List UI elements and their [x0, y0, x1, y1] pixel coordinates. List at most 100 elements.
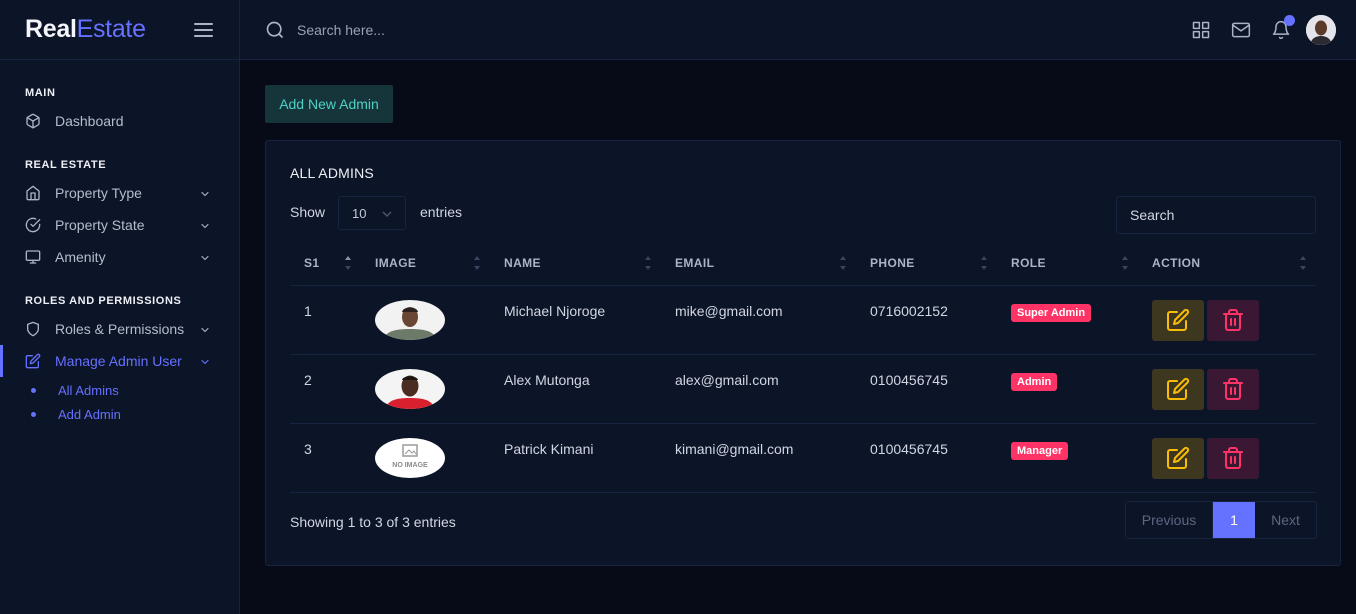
cell-actions [1138, 285, 1316, 355]
column-header-name[interactable]: NAME [490, 241, 661, 286]
chevron-down-icon [199, 187, 211, 199]
apps-grid-icon[interactable] [1191, 20, 1211, 40]
sidebar-item-manage-admin-user[interactable]: Manage Admin User [0, 345, 239, 377]
sort-icon [474, 256, 480, 270]
search-icon [266, 21, 284, 39]
edit-icon [1167, 308, 1190, 331]
sidebar-item-label: Amenity [55, 249, 106, 265]
cell-actions [1138, 423, 1316, 493]
sort-icon [1300, 256, 1306, 270]
column-header-image[interactable]: IMAGE [361, 241, 490, 286]
sort-icon [645, 256, 651, 270]
sidebar: RealEstate MAIN Dashboard REAL ESTATE Pr… [0, 0, 240, 614]
cell-image [361, 285, 490, 355]
chevron-down-icon [199, 251, 211, 263]
role-badge: Admin [1011, 372, 1058, 391]
cell-sn: 2 [290, 354, 361, 424]
nav-category-main: MAIN [25, 87, 56, 99]
admin-photo [375, 368, 445, 409]
column-header-s1[interactable]: S1 [290, 241, 361, 286]
add-new-admin-button[interactable]: Add New Admin [265, 85, 393, 123]
sidebar-item-dashboard[interactable]: Dashboard [0, 105, 239, 137]
brand-part2: Estate [76, 15, 146, 43]
sort-icon [345, 256, 351, 270]
home-icon [25, 185, 41, 201]
cell-role: Admin [997, 354, 1138, 424]
notification-dot [1284, 15, 1295, 26]
admins-table: S1 IMAGE NAME EMAIL PHONE ROLE ACTION 1 … [290, 241, 1316, 493]
sort-icon [1122, 256, 1128, 270]
column-header-action[interactable]: ACTION [1138, 241, 1316, 286]
chevron-down-icon [199, 219, 211, 231]
show-label: Show [290, 204, 326, 220]
sidebar-subitem-add-admin[interactable]: Add Admin [31, 404, 121, 424]
trash-icon [1223, 378, 1243, 400]
menu-toggle-icon[interactable] [194, 22, 214, 37]
delete-button[interactable] [1207, 299, 1259, 341]
role-badge: Super Admin [1011, 303, 1092, 322]
global-search [265, 20, 597, 40]
edit-button[interactable] [1152, 368, 1204, 410]
avatar[interactable] [1306, 15, 1336, 45]
cell-name: Michael Njoroge [490, 285, 661, 355]
admins-card: ALL ADMINS Show 10 entries S1 IMAGE NAME… [265, 140, 1341, 566]
pagination-previous[interactable]: Previous [1126, 502, 1213, 538]
table-search-input[interactable] [1116, 196, 1316, 234]
shield-icon [25, 321, 41, 337]
cell-image: NO IMAGE [361, 423, 490, 493]
table-row: 3 NO IMAGE Patrick Kimani kimani@gmail.c… [290, 423, 1316, 493]
brand-part1: Real [25, 15, 77, 43]
nav-category-real-estate: REAL ESTATE [25, 159, 107, 171]
brand-logo[interactable]: RealEstate [25, 15, 146, 44]
bell-icon[interactable] [1271, 15, 1295, 40]
cell-email: kimani@gmail.com [661, 423, 856, 493]
bullet-icon [31, 411, 36, 417]
sidebar-item-label: Property State [55, 217, 145, 233]
pagination-page-current[interactable]: 1 [1213, 502, 1255, 538]
chevron-down-icon [199, 323, 211, 335]
cell-role: Manager [997, 423, 1138, 493]
page-length-select[interactable]: 10 [338, 196, 406, 230]
no-image-placeholder: NO IMAGE [375, 437, 445, 478]
mail-icon[interactable] [1231, 20, 1251, 40]
cell-sn: 3 [290, 423, 361, 493]
column-header-email[interactable]: EMAIL [661, 241, 856, 286]
sidebar-item-property-state[interactable]: Property State [0, 209, 239, 241]
table-header-row: S1 IMAGE NAME EMAIL PHONE ROLE ACTION [290, 241, 1316, 286]
sidebar-item-label: Dashboard [55, 113, 124, 129]
sidebar-item-roles-permissions[interactable]: Roles & Permissions [0, 313, 239, 345]
column-header-role[interactable]: ROLE [997, 241, 1138, 286]
edit-button[interactable] [1152, 299, 1204, 341]
delete-button[interactable] [1207, 437, 1259, 479]
pagination: Previous 1 Next [1125, 501, 1317, 539]
sidebar-subitem-all-admins[interactable]: All Admins [31, 380, 119, 400]
sidebar-item-amenity[interactable]: Amenity [0, 241, 239, 273]
cell-name: Patrick Kimani [490, 423, 661, 493]
cell-phone: 0716002152 [856, 285, 997, 355]
subitem-label: Add Admin [58, 406, 121, 422]
card-title: ALL ADMINS [290, 165, 374, 181]
sidebar-header: RealEstate [0, 0, 239, 60]
edit-icon [1167, 446, 1190, 469]
page-length-value: 10 [352, 205, 367, 221]
sidebar-item-label: Manage Admin User [55, 353, 182, 369]
column-header-phone[interactable]: PHONE [856, 241, 997, 286]
sort-icon [840, 256, 846, 270]
check-circle-icon [25, 217, 41, 233]
entries-label: entries [420, 204, 463, 220]
cell-email: alex@gmail.com [661, 354, 856, 424]
sidebar-item-label: Property Type [55, 185, 142, 201]
edit-icon [25, 353, 41, 369]
admin-photo [375, 299, 445, 340]
edit-button[interactable] [1152, 437, 1204, 479]
pagination-next[interactable]: Next [1255, 502, 1316, 538]
sidebar-item-property-type[interactable]: Property Type [0, 177, 239, 209]
delete-button[interactable] [1207, 368, 1259, 410]
table-row: 2 Alex Mutonga alex@gmail.com 0100456745… [290, 354, 1316, 424]
cell-name: Alex Mutonga [490, 354, 661, 424]
cell-role: Super Admin [997, 285, 1138, 355]
nav-category-roles: ROLES AND PERMISSIONS [25, 295, 182, 307]
sort-icon [981, 256, 987, 270]
search-input[interactable] [297, 22, 597, 38]
bullet-icon [31, 387, 36, 393]
